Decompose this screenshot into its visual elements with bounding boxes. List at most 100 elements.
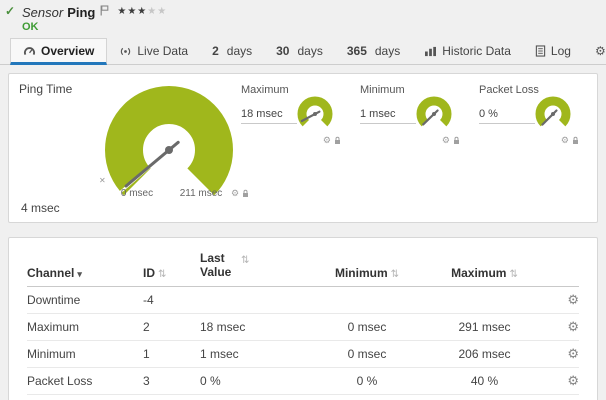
channel-name: Minimum [27, 340, 137, 367]
status-check-icon: ✓ [5, 4, 15, 18]
gear-icon[interactable]: ⚙ [231, 188, 239, 199]
lock-icon[interactable] [242, 189, 249, 198]
gauge-scale-max: 211 msec [173, 188, 229, 199]
column-label: Maximum [451, 266, 506, 280]
caret-down-icon: ▾ [77, 269, 82, 279]
column-label: Minimum [335, 266, 388, 280]
channel-maximum: 40 % [427, 367, 542, 394]
gear-icon: ⚙ [595, 45, 606, 57]
channel-name: Maximum [27, 313, 137, 340]
tab-365-days[interactable]: 365 days [335, 38, 412, 64]
column-header-maximum[interactable]: Maximum⇅ [427, 250, 542, 286]
panel-title-ping-time: Ping Time [19, 82, 72, 96]
channel-settings-button[interactable]: ⚙ [567, 346, 579, 361]
gauge-arc [79, 84, 259, 204]
column-header-last-value[interactable]: Last Value⇅ [192, 250, 307, 286]
mini-gauge-label: Packet Loss [479, 84, 585, 96]
sort-icon: ⇅ [509, 269, 517, 280]
tab-30-days[interactable]: 30 days [264, 38, 335, 64]
channel-last-value [192, 286, 307, 313]
channel-maximum: 291 msec [427, 313, 542, 340]
current-value: 4 msec [21, 201, 60, 215]
mini-gauge-maximum: Maximum 18 msec ⚙ [241, 84, 347, 146]
mini-gauge-value: 18 msec [241, 108, 297, 124]
column-label: Channel [27, 266, 74, 280]
channel-id: 2 [137, 313, 192, 340]
mini-gauges: Maximum 18 msec ⚙ Minimum 1 msec [241, 84, 585, 146]
channel-minimum: 0 msec [307, 394, 427, 400]
log-document-icon [535, 45, 546, 57]
gauge-scale-min: 0 msec [109, 188, 165, 199]
tab-label: Log [551, 44, 571, 58]
channel-minimum [307, 286, 427, 313]
mini-gauge-value: 0 % [479, 108, 535, 124]
channel-table: Channel▾ ID⇅ Last Value⇅ Minimum⇅ Maximu… [27, 250, 579, 400]
mini-gauge-packet-loss: Packet Loss 0 % ⚙ [479, 84, 585, 146]
table-header-row: Channel▾ ID⇅ Last Value⇅ Minimum⇅ Maximu… [27, 250, 579, 286]
gauge-arc [531, 96, 575, 132]
channel-settings-button[interactable]: ⚙ [567, 292, 579, 307]
column-label: Last Value [200, 252, 238, 280]
channel-id: 1 [137, 340, 192, 367]
table-row-maximum: Maximum 2 18 msec 0 msec 291 msec ⚙ [27, 313, 579, 340]
sort-icon: ⇅ [241, 255, 249, 266]
sort-icon: ⇅ [158, 269, 166, 280]
table-row-downtime: Downtime -4 ⚙ [27, 286, 579, 313]
flag-icon[interactable] [100, 5, 109, 16]
pin-icon: ✕ [99, 176, 106, 185]
gear-icon[interactable]: ⚙ [323, 135, 331, 146]
status-badge: OK [22, 21, 596, 33]
lock-icon[interactable] [572, 136, 579, 145]
tab-2-days[interactable]: 2 days [200, 38, 264, 64]
column-header-minimum[interactable]: Minimum⇅ [307, 250, 427, 286]
channel-maximum: 206 msec [427, 340, 542, 367]
mini-gauge-label: Maximum [241, 84, 347, 96]
tab-label: Historic Data [442, 44, 511, 58]
channel-maximum [427, 286, 542, 313]
mini-gauge-minimum: Minimum 1 msec ⚙ [360, 84, 466, 146]
channel-settings-button[interactable]: ⚙ [567, 373, 579, 388]
stars-empty: ★★ [147, 6, 167, 17]
tab-settings[interactable]: ⚙ Settings [583, 38, 606, 64]
channel-last-value: 0 % [192, 367, 307, 394]
mini-gauge-value: 1 msec [360, 108, 416, 124]
channel-name: Packet Loss [27, 367, 137, 394]
priority-stars[interactable]: ★★★★★ [117, 6, 167, 17]
column-header-id[interactable]: ID⇅ [137, 250, 192, 286]
channel-minimum: 0 % [307, 367, 427, 394]
lock-icon[interactable] [334, 136, 341, 145]
channel-name: Ping Time [27, 394, 137, 400]
tab-log[interactable]: Log [523, 38, 583, 64]
gauge-icon [23, 45, 36, 56]
ping-time-gauge: ✕ 0 msec 211 msec ⚙ [79, 84, 259, 214]
channel-last-value: 18 msec [192, 313, 307, 340]
tab-label: days [375, 44, 400, 58]
gear-icon[interactable]: ⚙ [561, 135, 569, 146]
gauge-arc [293, 96, 337, 132]
channel-id: -4 [137, 286, 192, 313]
channel-minimum: 0 msec [307, 313, 427, 340]
tab-historic-data[interactable]: Historic Data [412, 38, 523, 64]
ping-time-panel: Ping Time ✕ 0 msec 211 msec ⚙ 4 msec Max… [8, 73, 598, 223]
page-title: Ping [67, 5, 95, 20]
tab-day-count: 365 [347, 44, 367, 58]
bar-chart-icon [424, 46, 437, 57]
channel-last-value: 4 msec [192, 394, 307, 400]
channel-minimum: 0 msec [307, 340, 427, 367]
live-signal-icon [119, 46, 132, 57]
channel-settings-button[interactable]: ⚙ [567, 319, 579, 334]
tab-live-data[interactable]: Live Data [107, 38, 200, 64]
sensor-header: ✓ Sensor Ping ★★★★★ OK [0, 0, 606, 38]
column-header-channel[interactable]: Channel▾ [27, 250, 137, 286]
gear-icon[interactable]: ⚙ [442, 135, 450, 146]
lock-icon[interactable] [453, 136, 460, 145]
tab-label: Live Data [137, 44, 188, 58]
tab-day-count: 30 [276, 44, 289, 58]
channel-last-value: 1 msec [192, 340, 307, 367]
channel-id: 3 [137, 367, 192, 394]
tab-bar: Overview Live Data 2 days 30 days 365 da… [0, 38, 606, 65]
object-kind-label: Sensor [22, 5, 63, 20]
stars-filled: ★★★ [117, 6, 147, 17]
tab-overview[interactable]: Overview [10, 38, 107, 65]
tab-label: days [227, 44, 252, 58]
